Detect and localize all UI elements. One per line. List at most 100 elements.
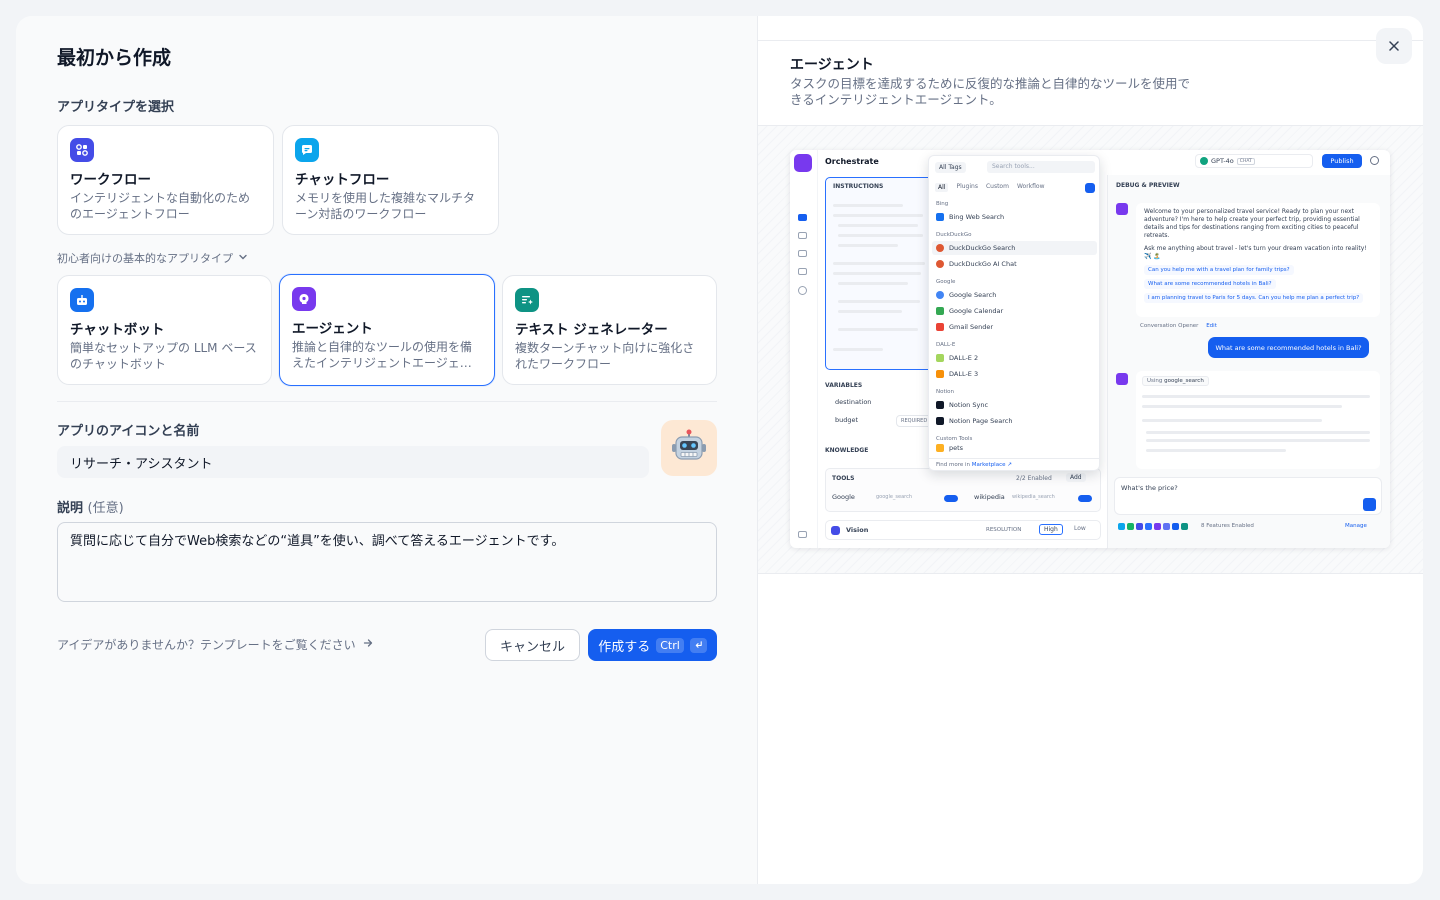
preview-orchestrate: Orchestrate: [825, 157, 879, 166]
preview-bot-response: Using google_search: [1136, 371, 1380, 469]
preview-vision-row: Vision RESOLUTION High Low: [825, 520, 1101, 540]
description-label: 説明 (任意): [57, 497, 124, 516]
preview-ask-text: Ask me anything about travel - let's tur…: [1144, 245, 1367, 260]
chevron-down-icon: [237, 251, 249, 266]
preview-marketplace-link: Marketplace ↗: [971, 462, 1012, 468]
app-name-input[interactable]: リサーチ・アシスタント: [57, 446, 649, 478]
cancel-button[interactable]: キャンセル: [485, 629, 580, 661]
card-description: 簡単なセットアップの LLM ベースのチャットボット: [70, 341, 257, 371]
preview-image-area: Orchestrate INSTRUCTIONS VARIABLES desti…: [758, 125, 1423, 574]
preview-tool-item: DuckDuckGo AI Chat: [936, 257, 1096, 271]
modal-title: 最初から作成: [57, 47, 172, 69]
card-description: インテリジェントな自動化のためのエージェントフロー: [70, 191, 251, 221]
card-title: ワークフロー: [70, 172, 151, 188]
preview-app-icon: [794, 154, 812, 172]
preview-title: エージェント: [790, 57, 874, 73]
preview-model-selector: GPT-4o CHAT: [1195, 154, 1313, 168]
preview-user-message: What are some recommended hotels in Bali…: [1208, 337, 1369, 358]
preview-tool-item-label: DuckDuckGo AI Chat: [949, 260, 1017, 268]
app-type-card-chatbot[interactable]: チャットボット 簡単なセットアップの LLM ベースのチャットボット: [57, 275, 272, 385]
preview-tool-google-id: google_search: [876, 494, 913, 500]
robot-emoji-icon: [672, 429, 706, 460]
app-type-label: アプリタイプを選択: [57, 100, 175, 115]
preview-bot-avatar: [1116, 373, 1128, 385]
app-type-card-text-generator[interactable]: テキスト ジェネレーター 複数ターンチャット向けに強化されたワークフロー: [502, 275, 717, 385]
create-form-panel: 最初から作成 アプリタイプを選択 ワークフロー インテリジェントな自動化のための…: [16, 16, 757, 884]
preview-tool-item-label: pets: [949, 444, 964, 452]
preview-feature-icons: [1118, 523, 1188, 530]
preview-tool-item-label: Notion Page Search: [949, 417, 1013, 425]
basic-toggle-label: 初心者向けの基本的なアプリタイプ: [57, 252, 233, 265]
description-textarea[interactable]: 質問に応じて自分でWeb検索などの“道具”を使い、調べて答えるエージェントです。: [57, 522, 717, 602]
preview-welcome-text: Welcome to your personalized travel serv…: [1144, 208, 1360, 239]
app-avatar-picker[interactable]: [661, 420, 717, 476]
preview-opener-row: Conversation Opener Edit: [1140, 323, 1217, 329]
preview-tab: Workflow: [1016, 183, 1045, 190]
preview-tool-item-label: Google Calendar: [949, 307, 1004, 315]
preview-tool-google: Google: [832, 493, 855, 501]
app-type-card-chatflow[interactable]: チャットフロー メモリを使用した複雑なマルチターン対話のワークフロー: [282, 125, 499, 235]
preview-debug-label: DEBUG & PREVIEW: [1116, 182, 1180, 189]
browse-templates-link[interactable]: アイデアがありませんか？テンプレートをご覧ください: [57, 636, 374, 653]
preview-bot-avatar: [1116, 203, 1128, 215]
preview-tools-section: TOOLS 2/2 Enabled Add Google google_sear…: [825, 468, 1101, 512]
preview-bot-message: Welcome to your personalized travel serv…: [1136, 203, 1380, 317]
preview-tool-item: Notion Sync: [936, 398, 1096, 412]
preview-using-tool: Using google_search: [1142, 376, 1209, 386]
description-label-text: 説明: [57, 501, 84, 516]
create-app-modal: 最初から作成 アプリタイプを選択 ワークフロー インテリジェントな自動化のための…: [16, 16, 1423, 884]
enter-key-icon: [689, 637, 707, 653]
app-type-card-agent[interactable]: エージェント 推論と自律的なツールの使用を備えたインテリジェントエージェント: [279, 274, 495, 386]
preview-tool-item: DALL-E 2: [936, 351, 1096, 365]
preview-tool-wikipedia-id: wikipedia_search: [1012, 494, 1055, 500]
preview-suggestion: What are some recommended hotels in Bali…: [1144, 279, 1276, 289]
preview-group-label: DALL-E: [936, 342, 956, 348]
preview-tool-item-label: DALL-E 3: [949, 370, 979, 378]
preview-publish-button: Publish: [1322, 154, 1362, 168]
preview-chat-input-text: What's the price?: [1121, 484, 1178, 492]
create-button[interactable]: 作成する Ctrl: [588, 629, 717, 661]
preview-tab: Plugins: [956, 183, 978, 190]
card-description: メモリを使用した複雑なマルチターン対話のワークフロー: [295, 191, 476, 221]
text-generator-icon: [515, 288, 539, 312]
preview-all-tags: All Tags: [935, 162, 966, 173]
preview-using-label: Using: [1147, 378, 1163, 384]
vision-icon: [831, 526, 840, 535]
preview-group-label: Google: [936, 279, 956, 285]
plus-icon: [1085, 183, 1095, 193]
preview-add-tool: Add: [1066, 473, 1086, 482]
header-divider: [758, 40, 1423, 41]
app-name-label: アプリのアイコンと名前: [57, 424, 200, 439]
preview-manage-link: Manage: [1345, 523, 1367, 529]
preview-required-badge: REQUIRED: [896, 415, 933, 427]
card-title: エージェント: [292, 321, 373, 337]
preview-search-tools: Search tools...: [987, 161, 1095, 173]
preview-tool-item-label: Google Search: [949, 291, 997, 299]
preview-instructions-box: INSTRUCTIONS: [825, 177, 935, 370]
app-type-card-workflow[interactable]: ワークフロー インテリジェントな自動化のためのエージェントフロー: [57, 125, 274, 235]
create-button-label: 作成する: [598, 639, 651, 655]
preview-high-option: High: [1039, 524, 1063, 535]
preview-nav-icon: [798, 531, 807, 538]
preview-variables-label: VARIABLES: [825, 382, 863, 389]
preview-nav-icon: [798, 232, 807, 239]
preview-tab: All: [935, 183, 949, 192]
divider: [57, 401, 717, 402]
preview-tool-item: Notion Page Search: [936, 414, 1096, 428]
preview-tool-item: Bing Web Search: [936, 210, 1096, 224]
preview-vision-label: Vision: [846, 526, 869, 534]
preview-tool-item-label: DuckDuckGo Search: [949, 244, 1016, 252]
preview-chat-input: What's the price?: [1114, 477, 1382, 515]
close-button[interactable]: [1376, 28, 1412, 64]
preview-tool-item: DALL-E 3: [936, 367, 1096, 381]
preview-toggle-on: [1078, 495, 1092, 502]
preview-find-more-label: Find more in: [936, 462, 971, 468]
preview-tool-tabs: All Plugins Custom Workflow: [935, 183, 1045, 192]
preview-resolution-label: RESOLUTION: [986, 527, 1022, 533]
chatflow-icon: [295, 138, 319, 162]
preview-description: タスクの目標を達成するために反復的な推論と自律的なツールを使用できるインテリジェ…: [790, 76, 1191, 107]
preview-tools-label: TOOLS: [832, 475, 855, 482]
preview-group-label: DuckDuckGo: [936, 232, 972, 238]
basic-app-types-toggle[interactable]: 初心者向けの基本的なアプリタイプ: [57, 250, 249, 266]
preview-tool-item: DuckDuckGo Search: [932, 241, 1097, 255]
